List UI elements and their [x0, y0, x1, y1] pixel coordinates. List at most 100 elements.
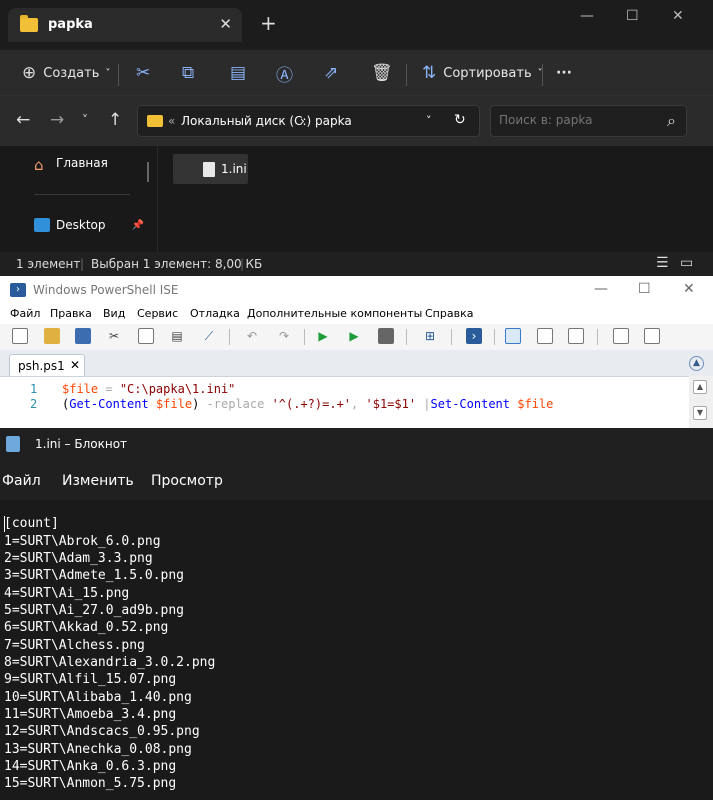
- recent-chevron-icon[interactable]: ˅: [82, 113, 88, 127]
- scissors-icon[interactable]: ✂: [106, 328, 122, 344]
- cut-button[interactable]: ✂: [136, 58, 150, 88]
- run-selection-icon[interactable]: ▶: [346, 328, 362, 344]
- ise-toolbar: ✂ ▤ ⟋ ↶ ↷ ▶ ▶ ⊞ ›: [0, 324, 713, 350]
- search-box[interactable]: ⌕: [490, 105, 687, 137]
- scroll-up-icon[interactable]: ▲: [693, 380, 707, 394]
- copy-button[interactable]: ⧉: [182, 58, 194, 88]
- new-file-icon[interactable]: [12, 328, 28, 344]
- menu-file[interactable]: Файл: [2, 473, 41, 489]
- address-dropdown-icon[interactable]: ˅: [426, 114, 432, 127]
- scroll-down-icon[interactable]: ▼: [693, 406, 707, 420]
- editor-scrollbar[interactable]: ▲ ▼: [689, 376, 713, 428]
- text-line: 8=SURT\Alexandria_3.0.2.png: [4, 655, 216, 670]
- share-button[interactable]: ⇗: [324, 58, 338, 88]
- layout-right-icon[interactable]: [537, 328, 553, 344]
- address-bar[interactable]: « Локальный диск (C:) › papka ˅ ↻: [137, 105, 480, 137]
- sidebar-item-label: Desktop: [56, 218, 106, 232]
- collapse-pane-icon[interactable]: ▲: [689, 356, 704, 371]
- create-button[interactable]: ⊕ Создать ˅: [22, 58, 110, 88]
- forward-arrow-icon[interactable]: →: [50, 110, 64, 130]
- toolbar-divider: [597, 329, 598, 345]
- close-window-button[interactable]: ✕: [672, 8, 684, 24]
- code-token: $file: [517, 397, 554, 411]
- minimize-button[interactable]: —: [580, 8, 594, 24]
- menu-edit[interactable]: Изменить: [62, 473, 134, 489]
- menu-debug[interactable]: Отладка: [190, 307, 240, 320]
- home-icon: ⌂: [34, 156, 44, 174]
- layout-max-icon[interactable]: [568, 328, 584, 344]
- pin-icon[interactable]: 📌: [132, 220, 144, 231]
- code-token: $file: [155, 397, 193, 411]
- rename-button[interactable]: Ⓐ: [276, 58, 293, 88]
- menu-addons[interactable]: Дополнительные компоненты: [247, 307, 422, 320]
- toolbar-divider: [406, 329, 407, 345]
- delete-button[interactable]: 🗑: [371, 58, 393, 88]
- redo-icon[interactable]: ↷: [276, 328, 292, 344]
- code-token: "C:\papka\1.ini": [119, 382, 236, 396]
- addon-panel-icon[interactable]: [644, 328, 660, 344]
- script-tab-name: psh.ps1: [18, 359, 65, 373]
- file-name: 1.ini: [221, 162, 247, 176]
- search-icon[interactable]: ⌕: [667, 111, 676, 131]
- explorer-content: ⌂ Главная Desktop 📌 1.ini: [0, 146, 713, 252]
- up-arrow-icon[interactable]: ↑: [108, 110, 122, 130]
- menu-view[interactable]: Просмотр: [151, 473, 223, 489]
- sort-button[interactable]: ⇅ Сортировать ˅: [422, 58, 543, 88]
- open-folder-icon[interactable]: [44, 328, 60, 344]
- layout-top-icon[interactable]: [505, 328, 521, 344]
- pane-divider[interactable]: [157, 146, 158, 252]
- details-view-icon[interactable]: ☰: [656, 255, 669, 271]
- run-script-icon[interactable]: ▶: [315, 328, 331, 344]
- search-input[interactable]: [499, 113, 649, 127]
- tiles-view-icon[interactable]: ▭: [680, 255, 693, 271]
- address-overflow[interactable]: «: [168, 114, 175, 128]
- menu-file[interactable]: Файл: [10, 307, 40, 320]
- tab-close-button[interactable]: ✕: [70, 358, 80, 372]
- script-editor[interactable]: 1 2 $file = "C:\papka\1.ini" (Get-Conten…: [0, 376, 713, 428]
- undo-icon[interactable]: ↶: [244, 328, 260, 344]
- paste-button[interactable]: ▤: [230, 58, 246, 88]
- notepad-title-bar: 1.ini – Блокнот: [0, 428, 713, 460]
- ise-tab-strip: psh.ps1 ✕ ▲: [0, 350, 713, 376]
- sidebar-scrollbar[interactable]: [147, 162, 149, 182]
- maximize-button[interactable]: ☐: [626, 8, 639, 24]
- new-tab-button[interactable]: +: [260, 13, 277, 33]
- close-window-button[interactable]: ✕: [683, 281, 695, 297]
- powershell-logo-icon: ›: [10, 283, 26, 297]
- menu-edit[interactable]: Правка: [50, 307, 92, 320]
- remote-powershell-icon[interactable]: ⊞: [422, 328, 438, 344]
- tab-script[interactable]: psh.ps1 ✕: [9, 354, 85, 376]
- text-line: 10=SURT\Alibaba_1.40.png: [4, 690, 192, 705]
- copy-icon[interactable]: [138, 328, 154, 344]
- clipboard-icon: ▤: [230, 63, 247, 83]
- menu-help[interactable]: Справка: [425, 307, 473, 320]
- explorer-tab[interactable]: papka ✕: [8, 8, 242, 42]
- breadcrumb-folder[interactable]: papka: [315, 114, 352, 128]
- save-icon[interactable]: [75, 328, 91, 344]
- sidebar-item-desktop[interactable]: Desktop 📌: [34, 218, 144, 232]
- rename-icon: Ⓐ: [276, 65, 293, 86]
- sidebar-item-home[interactable]: ⌂ Главная: [34, 156, 108, 174]
- notepad-text-area[interactable]: [count] 1=SURT\Abrok_6.0.png 2=SURT\Adam…: [0, 500, 713, 800]
- back-arrow-icon[interactable]: ←: [16, 110, 30, 130]
- tab-close-button[interactable]: ✕: [219, 15, 232, 33]
- menu-view[interactable]: Вид: [103, 307, 125, 320]
- menu-tools[interactable]: Сервис: [137, 307, 178, 320]
- maximize-button[interactable]: ☐: [638, 281, 651, 297]
- address-bar-row: ← → ˅ ↑ « Локальный диск (C:) › papka ˅ …: [0, 96, 713, 146]
- refresh-icon[interactable]: ↻: [454, 112, 466, 128]
- paste-icon[interactable]: ▤: [169, 328, 185, 344]
- more-options-button[interactable]: ···: [556, 58, 572, 88]
- console-icon[interactable]: ›: [466, 328, 482, 344]
- stop-icon[interactable]: [378, 328, 394, 344]
- sidebar-divider: [34, 194, 130, 195]
- minimize-button[interactable]: —: [594, 281, 608, 297]
- ise-menu-bar: Файл Правка Вид Сервис Отладка Дополните…: [0, 304, 713, 324]
- breadcrumb-disk[interactable]: Локальный диск (C:): [181, 114, 311, 128]
- clear-console-icon[interactable]: ⟋: [201, 328, 217, 344]
- code-token: $file: [62, 382, 99, 396]
- ini-file-icon: [203, 161, 215, 177]
- ise-window-title: Windows PowerShell ISE: [33, 283, 179, 297]
- file-item[interactable]: 1.ini: [173, 154, 248, 184]
- show-commands-icon[interactable]: [613, 328, 629, 344]
